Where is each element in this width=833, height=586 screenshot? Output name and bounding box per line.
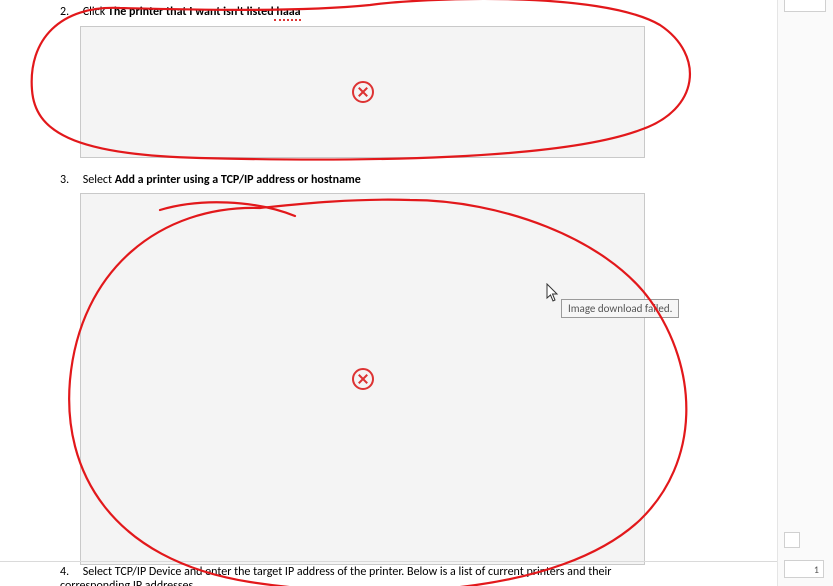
spelling-error: haaa: [274, 5, 301, 21]
broken-image-placeholder[interactable]: [80, 193, 645, 565]
list-text: Select Add a printer using a TCP/IP addr…: [83, 173, 361, 187]
broken-image-icon: [352, 368, 374, 390]
list-text: Click The printer that I want isn't list…: [83, 5, 301, 21]
sidebar-marker[interactable]: [784, 532, 800, 548]
image-tooltip: Image download failed.: [561, 299, 679, 318]
list-item-2: 2. Click The printer that I want isn't l…: [60, 5, 301, 19]
broken-image-icon: [352, 81, 374, 103]
sidebar-page-number[interactable]: 1: [784, 560, 824, 578]
list-item-3: 3. Select Add a printer using a TCP/IP a…: [60, 173, 361, 187]
broken-image-placeholder[interactable]: [80, 26, 645, 158]
list-number: 3.: [60, 173, 80, 187]
list-item-4: 4. Select TCP/IP Device and enter the ta…: [60, 565, 720, 586]
sidebar-thumbnail[interactable]: [784, 0, 826, 12]
page-divider: [0, 561, 777, 562]
document-page: 2. Click The printer that I want isn't l…: [0, 0, 777, 586]
sidebar: 1: [777, 0, 833, 586]
list-number: 2.: [60, 5, 80, 19]
list-number: 4.: [60, 565, 80, 579]
list-text: Select TCP/IP Device and enter the targe…: [60, 565, 611, 586]
